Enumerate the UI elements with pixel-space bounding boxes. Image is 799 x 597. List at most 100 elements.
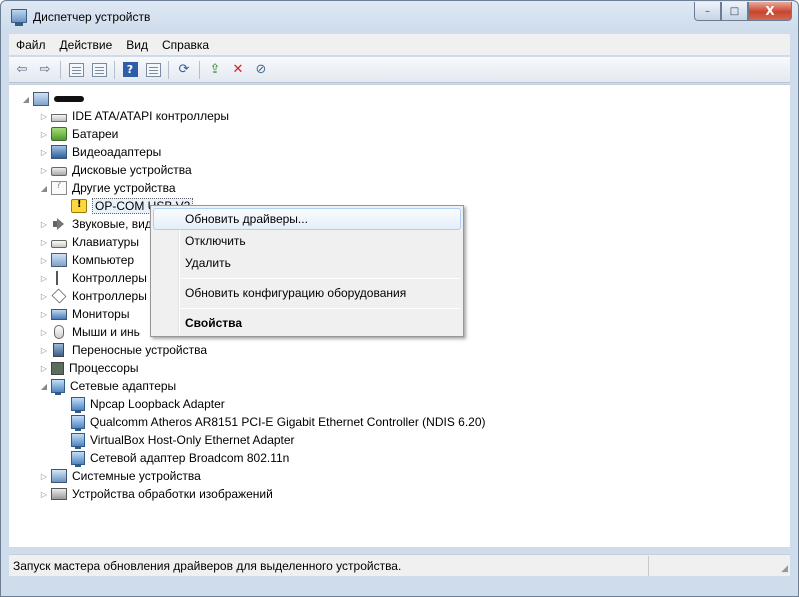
menu-disable[interactable]: Отключить (153, 230, 461, 252)
network-adapter-icon (71, 397, 85, 413)
minimize-button[interactable]: – (694, 2, 721, 21)
tree-item-label: Qualcomm Atheros AR8151 PCI-E Gigabit Et… (90, 415, 486, 429)
battery-icon (51, 127, 67, 141)
expand-icon[interactable]: ▷ (39, 215, 49, 233)
tree-item-label: Мыши и инь (72, 325, 140, 339)
tree-item[interactable]: Сетевой адаптер Broadcom 802.11n (71, 449, 289, 467)
toolbar: ⇦ ⇨ ? ⟳ ⇪ ✕ ⊘ (9, 57, 790, 83)
tree-item-label: Другие устройства (72, 181, 176, 195)
menu-update-drivers[interactable]: Обновить драйверы... (153, 208, 461, 230)
tree-item-label: Батареи (72, 127, 119, 141)
tree-item[interactable]: ▷ Видеоадаптеры (39, 143, 161, 161)
properties-icon[interactable] (90, 61, 108, 79)
tree-item[interactable]: ▷ Контроллеры (39, 287, 147, 305)
tree-item[interactable]: Npcap Loopback Adapter (71, 395, 225, 413)
menu-view[interactable]: Вид (119, 35, 155, 55)
menu-properties[interactable]: Свойства (153, 312, 461, 334)
menu-separator (181, 308, 460, 309)
expand-icon[interactable]: ▷ (39, 359, 49, 377)
expand-icon[interactable]: ▷ (39, 161, 49, 179)
show-hide-tree-icon[interactable] (67, 61, 85, 79)
tree-root[interactable]: ◢ (21, 90, 84, 108)
expand-icon[interactable]: ▷ (39, 341, 49, 359)
tree-item[interactable]: ▷ Клавиатуры (39, 233, 139, 251)
help-icon[interactable]: ? (121, 61, 139, 79)
disable-icon[interactable]: ⊘ (252, 61, 270, 79)
context-menu: Обновить драйверы... Отключить Удалить О… (150, 205, 464, 337)
tree-item[interactable]: ◢ Другие устройства (39, 179, 176, 197)
uninstall-icon[interactable]: ✕ (229, 61, 247, 79)
computer-icon (33, 92, 49, 106)
portable-device-icon (53, 343, 64, 357)
expand-icon[interactable]: ▷ (39, 233, 49, 251)
menu-file[interactable]: Файл (9, 35, 53, 55)
ide-controller-icon (51, 113, 67, 122)
close-button[interactable]: X (748, 2, 792, 21)
tree-item[interactable]: ▷ Компьютер (39, 251, 134, 269)
scan-hardware-icon[interactable]: ⟳ (175, 61, 193, 79)
expand-icon[interactable]: ▷ (39, 305, 49, 323)
mouse-icon (54, 325, 64, 339)
tree-item-label: Устройства обработки изображений (72, 487, 273, 501)
tree-item-label: Звуковые, вид (72, 217, 152, 231)
tree-item[interactable]: ◢ Сетевые адаптеры (39, 377, 176, 395)
tree-item-label: VirtualBox Host-Only Ethernet Adapter (90, 433, 295, 447)
title-bar[interactable]: Диспетчер устройств – □ X (1, 1, 798, 33)
expand-icon[interactable]: ▷ (39, 125, 49, 143)
tree-item[interactable]: ▷ Устройства обработки изображений (39, 485, 273, 503)
toolbar-separator (199, 60, 200, 79)
tree-item[interactable]: ▷ Батареи (39, 125, 118, 143)
expand-icon[interactable]: ▷ (39, 107, 49, 125)
tree-item-label: Видеоадаптеры (72, 145, 162, 159)
tree-item-label: Дисковые устройства (72, 163, 192, 177)
network-adapter-icon (51, 379, 65, 395)
menu-scan-hardware[interactable]: Обновить конфигурацию оборудования (153, 282, 461, 304)
toolbar-separator (114, 60, 115, 79)
expand-icon[interactable]: ▷ (39, 323, 49, 341)
other-devices-icon (51, 180, 67, 195)
network-adapter-icon (71, 451, 85, 467)
tree-item-label: IDE ATA/ATAPI контроллеры (72, 109, 230, 123)
menu-uninstall[interactable]: Удалить (153, 252, 461, 274)
tree-item[interactable]: VirtualBox Host-Only Ethernet Adapter (71, 431, 295, 449)
expand-icon[interactable]: ▷ (39, 143, 49, 161)
tree-item-label: Клавиатуры (72, 235, 139, 249)
maximize-button[interactable]: □ (721, 2, 748, 21)
tree-item[interactable]: ▷ Мыши и инь (39, 323, 140, 341)
monitor-icon (51, 308, 67, 320)
collapse-icon[interactable]: ◢ (39, 179, 49, 197)
tree-item-label: Сетевой адаптер Broadcom 802.11n (90, 451, 290, 465)
tree-item-label: Мониторы (72, 307, 130, 321)
tree-item[interactable]: Qualcomm Atheros AR8151 PCI-E Gigabit Et… (71, 413, 486, 431)
redacted-computer-name (54, 96, 84, 102)
expand-icon[interactable]: ▷ (39, 485, 49, 503)
tree-item[interactable]: ▷ Дисковые устройства (39, 161, 192, 179)
usb-controller-icon (56, 271, 62, 285)
collapse-icon[interactable]: ◢ (21, 90, 31, 108)
menu-action[interactable]: Действие (53, 35, 120, 55)
expand-icon[interactable]: ▷ (39, 251, 49, 269)
view-icon[interactable] (144, 61, 162, 79)
processor-icon (51, 361, 64, 375)
tree-item[interactable]: ▷ Мониторы (39, 305, 130, 323)
expand-icon[interactable]: ▷ (39, 287, 49, 305)
system-devices-icon (51, 469, 67, 483)
tree-item[interactable]: ▷ Системные устройства (39, 467, 201, 485)
expand-icon[interactable]: ▷ (39, 269, 49, 287)
tree-item[interactable]: ▷ Процессоры (39, 359, 139, 377)
tree-item[interactable]: ▷ Контроллеры (39, 269, 147, 287)
tree-item-label: Переносные устройства (72, 343, 208, 357)
resize-grip-icon[interactable]: ◢ (781, 564, 788, 574)
tree-item[interactable]: ▷ Переносные устройства (39, 341, 207, 359)
keyboard-icon (51, 239, 67, 248)
tree-item[interactable]: ▷ IDE ATA/ATAPI контроллеры (39, 107, 229, 125)
status-bar: Запуск мастера обновления драйверов для … (9, 554, 790, 576)
toolbar-separator (60, 60, 61, 79)
expand-icon[interactable]: ▷ (39, 467, 49, 485)
menu-help[interactable]: Справка (155, 35, 216, 55)
back-arrow-icon[interactable]: ⇦ (13, 61, 31, 79)
tree-item[interactable]: ▷ Звуковые, вид (39, 215, 152, 233)
forward-arrow-icon[interactable]: ⇨ (36, 61, 54, 79)
collapse-icon[interactable]: ◢ (39, 377, 49, 395)
update-driver-icon[interactable]: ⇪ (206, 61, 224, 79)
